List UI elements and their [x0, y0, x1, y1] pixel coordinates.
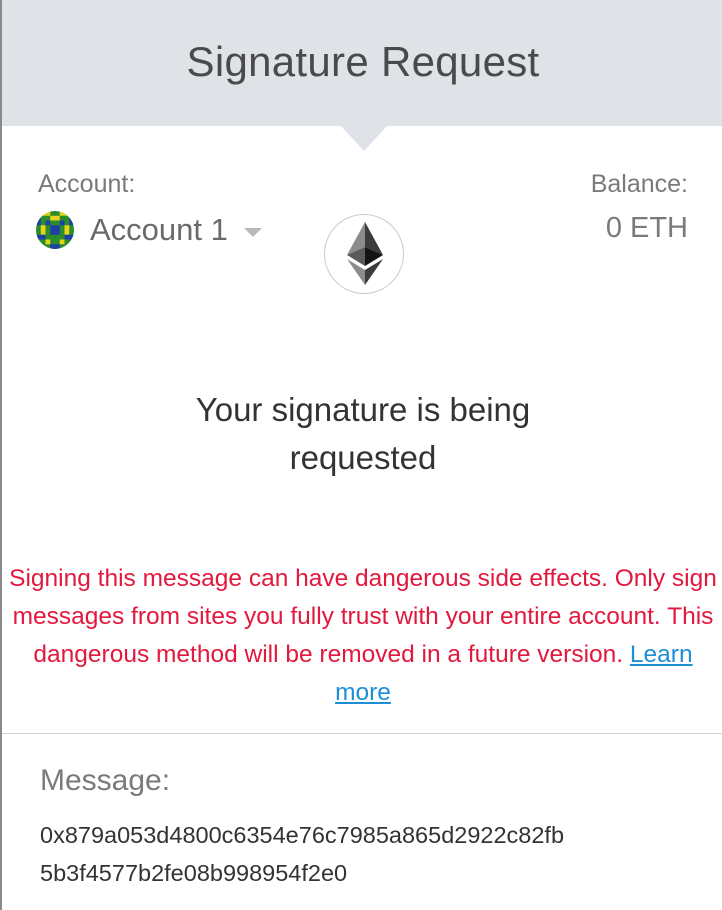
message-value-line-2: 5b3f4577b2fe08b998954f2e0	[40, 860, 348, 886]
danger-warning: Signing this message can have dangerous …	[2, 560, 722, 712]
request-heading: Your signature is being requested	[2, 386, 722, 482]
balance-label: Balance:	[590, 170, 688, 198]
ethereum-logo-icon	[324, 214, 404, 294]
balance-value: 0 ETH	[605, 212, 688, 244]
message-label: Message:	[40, 764, 171, 797]
account-name: Account 1	[90, 212, 228, 247]
page-title: Signature Request	[186, 38, 540, 85]
chevron-down-icon[interactable]	[243, 227, 262, 237]
account-identicon	[36, 211, 74, 249]
divider	[2, 733, 722, 734]
account-label: Account:	[38, 170, 136, 198]
request-heading-line-1: Your signature is being	[195, 391, 531, 428]
signature-request-window: Signature Request Account: Account 1 Bal…	[0, 0, 722, 910]
request-heading-line-2: requested	[289, 439, 437, 476]
message-value: 0x879a053d4800c6354e76c7985a865d2922c82f…	[40, 816, 700, 892]
header-notch	[340, 125, 388, 151]
header-bar: Signature Request	[2, 0, 722, 126]
danger-warning-text: Signing this message can have dangerous …	[9, 565, 717, 668]
message-value-line-1: 0x879a053d4800c6354e76c7985a865d2922c82f…	[40, 822, 565, 848]
account-selector[interactable]: Account 1	[36, 210, 262, 250]
